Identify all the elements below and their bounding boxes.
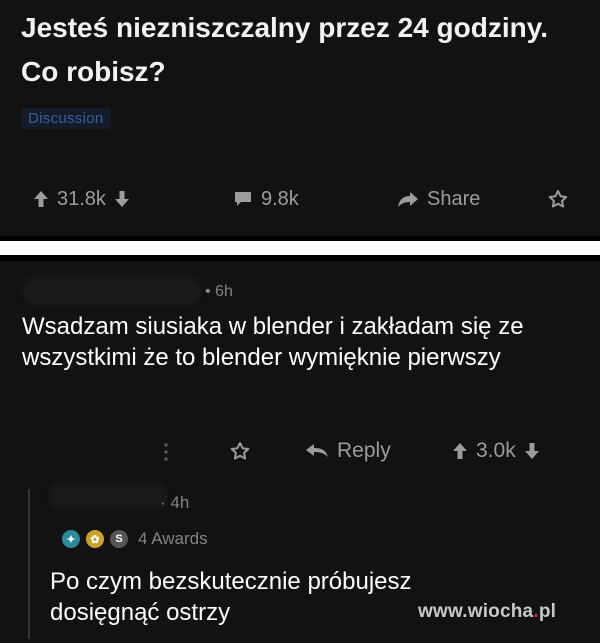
reply-button[interactable]: Reply bbox=[305, 439, 391, 463]
more-options-button[interactable] bbox=[163, 441, 169, 463]
watermark-tld: pl bbox=[538, 601, 557, 622]
reply-time-value: 4h bbox=[170, 493, 190, 512]
comments-section: • 6h Wsadzam siusiaka w blender i zakład… bbox=[0, 261, 600, 643]
comment-score: 3.0k bbox=[476, 439, 516, 462]
more-dots-icon bbox=[164, 443, 168, 461]
award-badge-icon: ✿ bbox=[86, 530, 104, 548]
award-row: ✦ ✿ S 4 Awards bbox=[62, 529, 208, 549]
award-button[interactable] bbox=[548, 181, 568, 217]
award-badge-icon: ✦ bbox=[62, 530, 80, 548]
post-vote-group: 31.8k bbox=[33, 181, 130, 217]
share-button[interactable]: Share bbox=[397, 181, 480, 217]
award-badge-icon: S bbox=[110, 530, 128, 548]
comment-timestamp: • 6h bbox=[205, 283, 233, 300]
post-card: Jesteś niezniszczalny przez 24 godziny. … bbox=[0, 0, 600, 236]
awards-count: 4 Awards bbox=[138, 529, 208, 548]
comment-award-button[interactable] bbox=[230, 441, 250, 461]
reply-label: Reply bbox=[337, 439, 391, 462]
reply-arrow-icon bbox=[306, 444, 328, 457]
thread-line[interactable] bbox=[28, 489, 30, 639]
redacted-username bbox=[22, 277, 202, 305]
comment-bubble-icon bbox=[233, 190, 253, 208]
image-separator bbox=[0, 241, 600, 255]
comment-vote-group: 3.0k bbox=[452, 439, 540, 463]
post-action-bar: 31.8k 9.8k Share bbox=[0, 181, 600, 217]
watermark: www.wiocha.pl bbox=[418, 601, 556, 623]
comment-time-value: 6h bbox=[215, 283, 233, 300]
post-comment-count: 9.8k bbox=[261, 187, 299, 210]
award-icon bbox=[230, 442, 250, 460]
post-flair[interactable]: Discussion bbox=[21, 108, 111, 129]
redacted-username bbox=[48, 483, 168, 509]
share-label: Share bbox=[427, 187, 481, 210]
reply-timestamp: · 4h bbox=[160, 493, 190, 512]
upvote-icon[interactable] bbox=[33, 190, 49, 208]
reply-body: Po czym bezskutecznie próbujesz dosięgną… bbox=[50, 568, 412, 626]
downvote-icon[interactable] bbox=[114, 190, 130, 208]
post-upvote-count: 31.8k bbox=[57, 187, 106, 210]
post-comments-button[interactable]: 9.8k bbox=[233, 181, 299, 217]
share-arrow-icon bbox=[397, 190, 419, 208]
comment-body: Wsadzam siusiaka w blender i zakładam si… bbox=[22, 313, 524, 371]
post-title[interactable]: Jesteś niezniszczalny przez 24 godziny. … bbox=[21, 6, 581, 94]
upvote-icon[interactable] bbox=[452, 442, 468, 460]
downvote-icon[interactable] bbox=[524, 442, 540, 460]
award-icon bbox=[548, 189, 568, 209]
watermark-site: www.wiocha bbox=[418, 601, 534, 622]
